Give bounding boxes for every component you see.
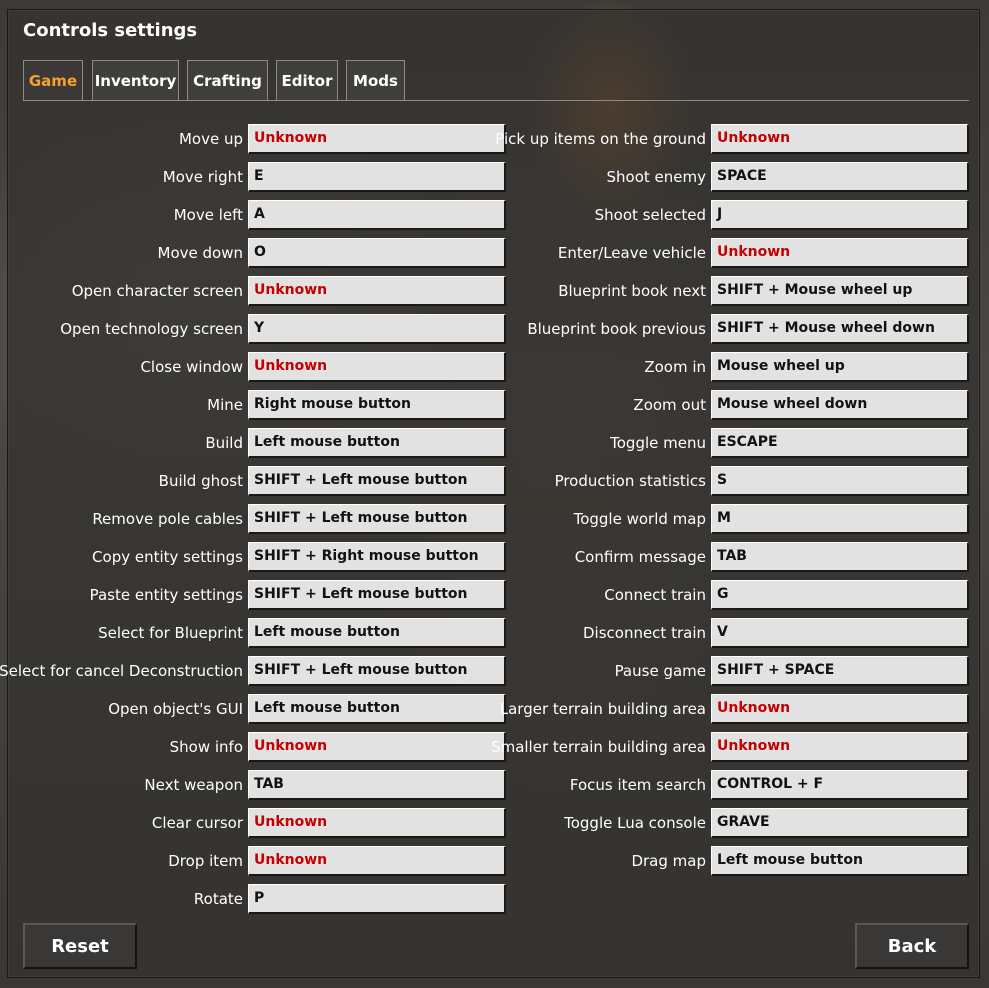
right-control-keybinding-field[interactable]: Mouse wheel up [711, 352, 969, 382]
right-control-keybinding-field[interactable]: SHIFT + Mouse wheel up [711, 276, 969, 306]
left-control-keybinding-field[interactable]: Unknown [248, 732, 506, 762]
left-control-keybinding-field[interactable]: P [248, 884, 506, 914]
tab-game[interactable]: Game [23, 60, 83, 101]
right-control-label: Blueprint book previous [527, 320, 706, 338]
left-control-keybinding-field[interactable]: SHIFT + Right mouse button [248, 542, 506, 572]
right-control-label: Connect train [604, 586, 706, 604]
left-control-label: Mine [207, 396, 243, 414]
right-control-label: Zoom in [644, 358, 706, 376]
right-control-label: Pause game [614, 662, 706, 680]
right-control-label: Blueprint book next [558, 282, 706, 300]
left-control-label: Build ghost [158, 472, 243, 490]
left-control-label: Open technology screen [60, 320, 243, 338]
left-control-keybinding-field[interactable]: Left mouse button [248, 618, 506, 648]
left-control-keybinding-field[interactable]: SHIFT + Left mouse button [248, 466, 506, 496]
back-button[interactable]: Back [855, 923, 969, 969]
left-control-label: Drop item [168, 852, 243, 870]
left-control-label: Rotate [193, 890, 243, 908]
left-control-keybinding-field[interactable]: Unknown [248, 352, 506, 382]
left-control-keybinding-field[interactable]: SHIFT + Left mouse button [248, 580, 506, 610]
right-control-label: Shoot selected [594, 206, 706, 224]
right-control-keybinding-field[interactable]: M [711, 504, 969, 534]
left-control-label: Remove pole cables [92, 510, 243, 528]
right-control-label: Drag map [631, 852, 706, 870]
right-control-label: Production statistics [554, 472, 706, 490]
left-control-keybinding-field[interactable]: Left mouse button [248, 694, 506, 724]
left-control-label: Open character screen [71, 282, 243, 300]
left-control-keybinding-field[interactable]: SHIFT + Left mouse button [248, 656, 506, 686]
left-control-label: Close window [140, 358, 243, 376]
right-control-label: Enter/Leave vehicle [557, 244, 706, 262]
left-control-label: Show info [169, 738, 243, 756]
right-control-keybinding-field[interactable]: CONTROL + F [711, 770, 969, 800]
left-control-keybinding-field[interactable]: Unknown [248, 124, 506, 154]
window-title: Controls settings [23, 20, 198, 41]
left-control-label: Move down [157, 244, 243, 262]
right-control-label: Confirm message [574, 548, 706, 566]
right-control-keybinding-field[interactable]: Mouse wheel down [711, 390, 969, 420]
right-control-label: Toggle menu [610, 434, 706, 452]
left-control-label: Move left [173, 206, 243, 224]
left-control-label: Clear cursor [151, 814, 243, 832]
right-control-keybinding-field[interactable]: SPACE [711, 162, 969, 192]
reset-button[interactable]: Reset [23, 923, 137, 969]
left-control-label: Next weapon [144, 776, 243, 794]
right-control-keybinding-field[interactable]: Unknown [711, 732, 969, 762]
left-control-label: Move right [162, 168, 243, 186]
right-control-label: Smaller terrain building area [491, 738, 706, 756]
left-control-keybinding-field[interactable]: TAB [248, 770, 506, 800]
tab-crafting[interactable]: Crafting [187, 60, 268, 101]
right-control-keybinding-field[interactable]: ESCAPE [711, 428, 969, 458]
right-control-keybinding-field[interactable]: SHIFT + SPACE [711, 656, 969, 686]
left-control-keybinding-field[interactable]: SHIFT + Left mouse button [248, 504, 506, 534]
left-control-keybinding-field[interactable]: Right mouse button [248, 390, 506, 420]
right-control-keybinding-field[interactable]: V [711, 618, 969, 648]
left-control-label: Open object's GUI [108, 700, 243, 718]
right-control-keybinding-field[interactable]: SHIFT + Mouse wheel down [711, 314, 969, 344]
right-control-keybinding-field[interactable]: G [711, 580, 969, 610]
tab-inventory[interactable]: Inventory [92, 60, 179, 101]
left-control-keybinding-field[interactable]: Y [248, 314, 506, 344]
right-control-keybinding-field[interactable]: S [711, 466, 969, 496]
right-control-keybinding-field[interactable]: Unknown [711, 694, 969, 724]
controls-settings-window: Controls settings Game Inventory Craftin… [0, 9, 980, 978]
right-control-keybinding-field[interactable]: Unknown [711, 124, 969, 154]
right-control-keybinding-field[interactable]: GRAVE [711, 808, 969, 838]
left-control-keybinding-field[interactable]: A [248, 200, 506, 230]
right-control-label: Pick up items on the ground [495, 130, 706, 148]
right-control-label: Shoot enemy [606, 168, 707, 186]
right-control-label: Toggle world map [573, 510, 706, 528]
tab-mods[interactable]: Mods [346, 60, 405, 101]
right-control-keybinding-field[interactable]: Left mouse button [711, 846, 969, 876]
left-control-label: Build [205, 434, 243, 452]
right-control-label: Toggle Lua console [564, 814, 706, 832]
left-control-label: Select for cancel Deconstruction [0, 662, 243, 680]
right-control-keybinding-field[interactable]: TAB [711, 542, 969, 572]
left-control-label: Copy entity settings [92, 548, 243, 566]
left-control-keybinding-field[interactable]: E [248, 162, 506, 192]
tab-divider [23, 100, 969, 101]
left-control-keybinding-field[interactable]: Unknown [248, 846, 506, 876]
left-control-keybinding-field[interactable]: Unknown [248, 808, 506, 838]
right-control-keybinding-field[interactable]: J [711, 200, 969, 230]
left-control-label: Paste entity settings [89, 586, 243, 604]
left-control-keybinding-field[interactable]: Left mouse button [248, 428, 506, 458]
right-control-label: Disconnect train [582, 624, 706, 642]
right-control-label: Focus item search [569, 776, 706, 794]
left-control-label: Move up [178, 130, 243, 148]
left-control-keybinding-field[interactable]: O [248, 238, 506, 268]
tab-editor[interactable]: Editor [276, 60, 338, 101]
right-control-label: Zoom out [633, 396, 706, 414]
right-control-keybinding-field[interactable]: Unknown [711, 238, 969, 268]
left-control-label: Select for Blueprint [98, 624, 243, 642]
left-control-keybinding-field[interactable]: Unknown [248, 276, 506, 306]
right-control-label: Larger terrain building area [499, 700, 706, 718]
